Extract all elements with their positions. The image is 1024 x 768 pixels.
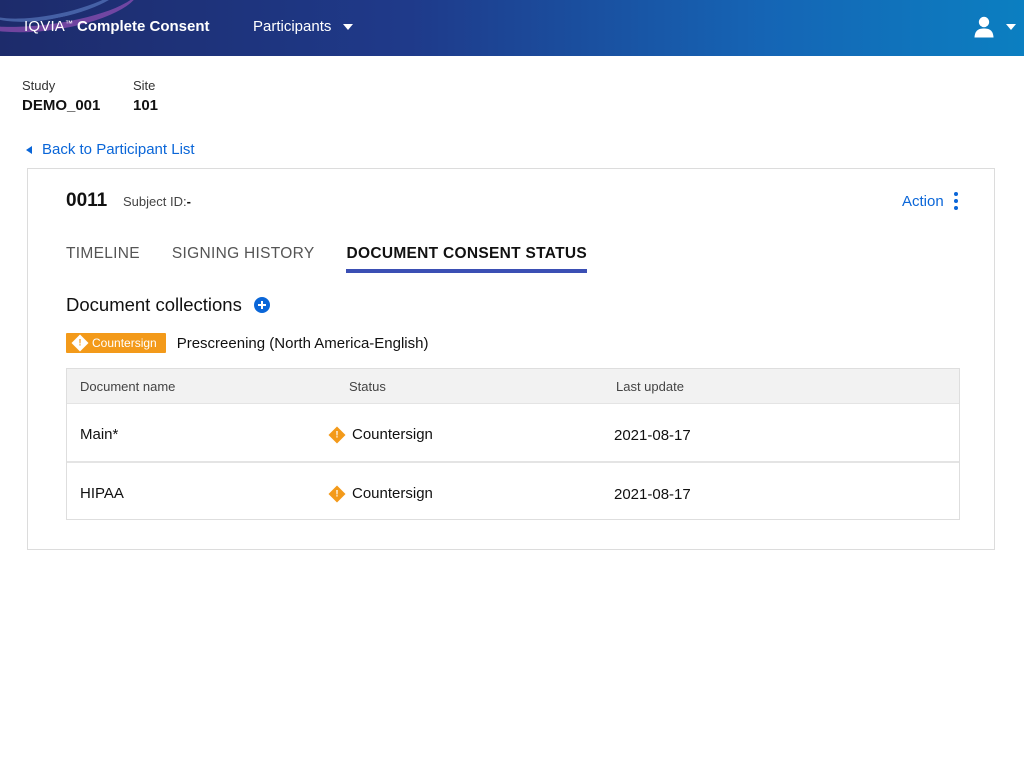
participant-tabs: TIMELINE SIGNING HISTORY DOCUMENT CONSEN… [66,245,619,273]
document-last-update: 2021-08-17 [614,486,691,503]
user-icon [974,16,994,38]
document-status: ! Countersign [328,426,433,443]
chevron-down-icon [343,23,354,30]
table-row[interactable]: HIPAA ! Countersign 2021-08-17 [67,461,959,519]
section-title-text: Document collections [66,294,242,315]
chevron-left-icon [26,145,32,154]
collection-name: Prescreening (North America-English) [176,334,429,352]
participant-id: 0011 [66,190,108,211]
product-name: Complete Consent [77,18,210,35]
subject-id: Subject ID:- [123,194,191,209]
add-collection-icon[interactable] [253,297,270,313]
collection-header: ! Countersign Prescreening (North Americ… [66,333,428,353]
warning-icon: ! [71,334,89,352]
column-header-document-name: Document name [80,379,176,394]
table-header: Document name Status Last update [67,369,959,403]
warning-icon: ! [328,485,346,502]
site-label: Site [133,78,156,93]
trademark-mark: ™ [65,19,74,28]
app-logo[interactable]: IQVIA™ Complete Consent [24,18,210,35]
document-status-label: Countersign [352,485,433,502]
action-menu-button[interactable]: Action [902,192,958,210]
column-header-status: Status [349,379,386,394]
status-badge-label: Countersign [92,336,157,350]
document-last-update: 2021-08-17 [614,427,691,444]
document-collections-heading: Document collections [66,294,270,316]
subject-id-label: Subject ID: [123,194,187,209]
site-info: Site 101 [133,78,158,114]
kebab-menu-icon [953,192,958,210]
tab-signing-history[interactable]: SIGNING HISTORY [172,245,315,273]
participants-menu-label: Participants [253,18,332,35]
document-name: HIPAA [80,485,124,502]
warning-icon: ! [328,426,346,443]
document-table: Document name Status Last update Main* !… [66,368,960,520]
document-status: ! Countersign [328,485,433,502]
tab-timeline[interactable]: TIMELINE [66,245,140,273]
action-label: Action [902,192,944,210]
chevron-down-icon [1006,24,1016,30]
column-header-last-update: Last update [616,379,684,394]
study-value: DEMO_001 [22,97,101,114]
site-value: 101 [133,97,159,114]
back-link-label: Back to Participant List [42,141,195,158]
user-menu[interactable] [974,16,1016,38]
app-header: IQVIA™ Complete Consent Participants [0,0,1024,56]
document-name: Main* [80,426,119,443]
back-to-participant-list-link[interactable]: Back to Participant List [26,141,195,158]
study-label: Study [22,78,56,93]
document-status-label: Countersign [352,426,433,443]
participant-card: 0011 Subject ID:- Action TIMELINE SIGNIN… [27,168,995,550]
tab-document-consent-status[interactable]: DOCUMENT CONSENT STATUS [346,245,588,273]
status-badge: ! Countersign [66,333,166,353]
study-info: Study DEMO_001 [22,78,100,114]
table-row[interactable]: Main* ! Countersign 2021-08-17 [67,403,959,461]
company-name: IQVIA [24,18,66,35]
subject-id-value: - [186,194,191,209]
participants-menu[interactable]: Participants [253,18,354,35]
